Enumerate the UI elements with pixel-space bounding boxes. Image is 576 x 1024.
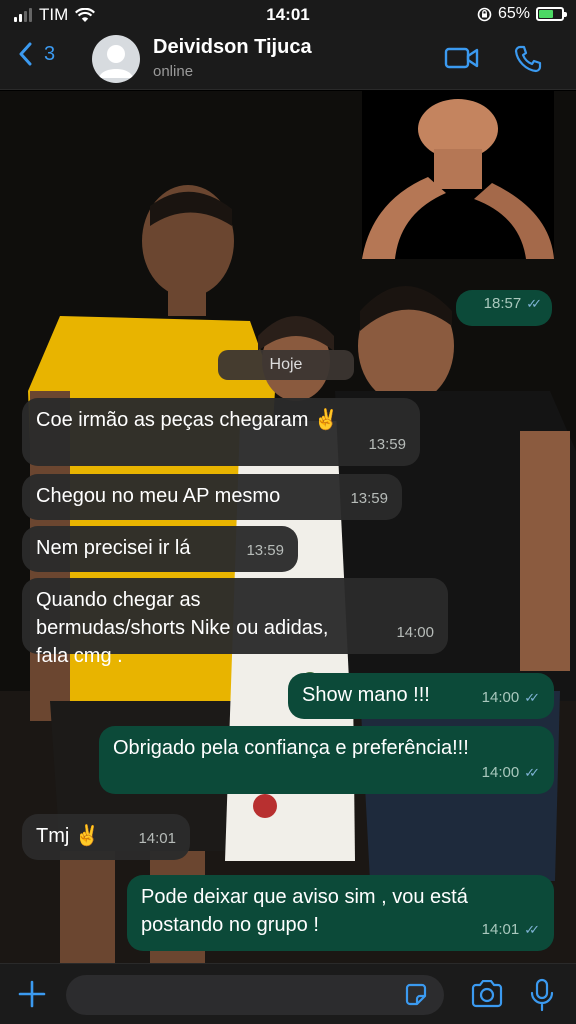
status-right: 65% xyxy=(477,5,567,23)
message-time: 14:00 xyxy=(396,624,434,641)
orientation-lock-icon xyxy=(477,7,492,21)
outgoing-message[interactable]: Show mano !!! 14:00 ✓✓ xyxy=(288,673,554,719)
message-time: 14:00 xyxy=(481,764,520,781)
outgoing-message[interactable]: Pode deixar que aviso sim , vou está pos… xyxy=(127,875,554,951)
battery-icon xyxy=(536,7,567,21)
back-button[interactable]: 3 xyxy=(18,42,55,66)
chevron-left-icon xyxy=(19,42,32,66)
read-ticks-icon: ✓✓ xyxy=(524,922,540,937)
outgoing-message[interactable]: Obrigado pela confiança e preferência!!!… xyxy=(99,726,554,794)
read-ticks-icon: ✓✓ xyxy=(524,690,540,705)
status-bar: TIM 14:01 65% xyxy=(0,0,576,30)
message-time: 13:59 xyxy=(350,490,388,507)
contact-name[interactable]: Deividson Tijuca xyxy=(153,36,312,59)
contact-status: online xyxy=(153,63,194,80)
default-avatar-icon xyxy=(99,45,133,78)
message-time: 13:59 xyxy=(246,542,284,559)
incoming-message[interactable]: Nem precisei ir lá 13:59 xyxy=(22,526,298,572)
video-camera-icon[interactable] xyxy=(444,46,480,70)
avatar[interactable] xyxy=(92,35,140,83)
incoming-message[interactable]: Chegou no meu AP mesmo 13:59 xyxy=(22,474,402,520)
incoming-message[interactable]: Tmj ✌️ 14:01 xyxy=(22,814,190,860)
message-text: Quando chegar as bermudas/shorts Nike ou… xyxy=(36,589,329,667)
message-text: Obrigado pela confiança e preferência!!! xyxy=(113,737,469,759)
phone-icon[interactable] xyxy=(513,44,543,74)
battery-percent: 65% xyxy=(497,5,530,22)
unread-count: 3 xyxy=(44,42,56,65)
date-divider: Hoje xyxy=(218,350,354,380)
message-text: Coe irmão as peças chegaram ✌️ xyxy=(36,409,339,431)
message-time: 14:00 xyxy=(481,689,520,706)
incoming-message[interactable]: Coe irmão as peças chegaram ✌️ 13:59 xyxy=(22,398,420,466)
message-input[interactable] xyxy=(66,975,444,1015)
microphone-icon[interactable] xyxy=(530,978,554,1012)
plus-icon[interactable] xyxy=(16,978,48,1010)
message-list: 18:57 ✓✓ Hoje Coe irmão as peças chegara… xyxy=(0,91,576,963)
composer-bar xyxy=(0,963,576,1024)
image-message-time-badge[interactable]: 18:57 ✓✓ xyxy=(456,290,552,326)
read-ticks-icon: ✓✓ xyxy=(524,765,540,780)
read-ticks-icon: ✓✓ xyxy=(526,296,542,311)
chat-header: 3 Deividson Tijuca online xyxy=(0,30,576,90)
message-time: 14:01 xyxy=(138,830,176,847)
message-time: 14:01 xyxy=(481,921,520,938)
message-text: Pode deixar que aviso sim , vou está pos… xyxy=(141,886,468,936)
sticker-icon[interactable] xyxy=(403,982,429,1008)
message-time: 13:59 xyxy=(368,436,406,453)
message-text: Chegou no meu AP mesmo xyxy=(36,485,281,507)
camera-icon[interactable] xyxy=(470,980,504,1008)
message-time: 18:57 xyxy=(483,295,522,312)
incoming-message[interactable]: Quando chegar as bermudas/shorts Nike ou… xyxy=(22,578,448,667)
